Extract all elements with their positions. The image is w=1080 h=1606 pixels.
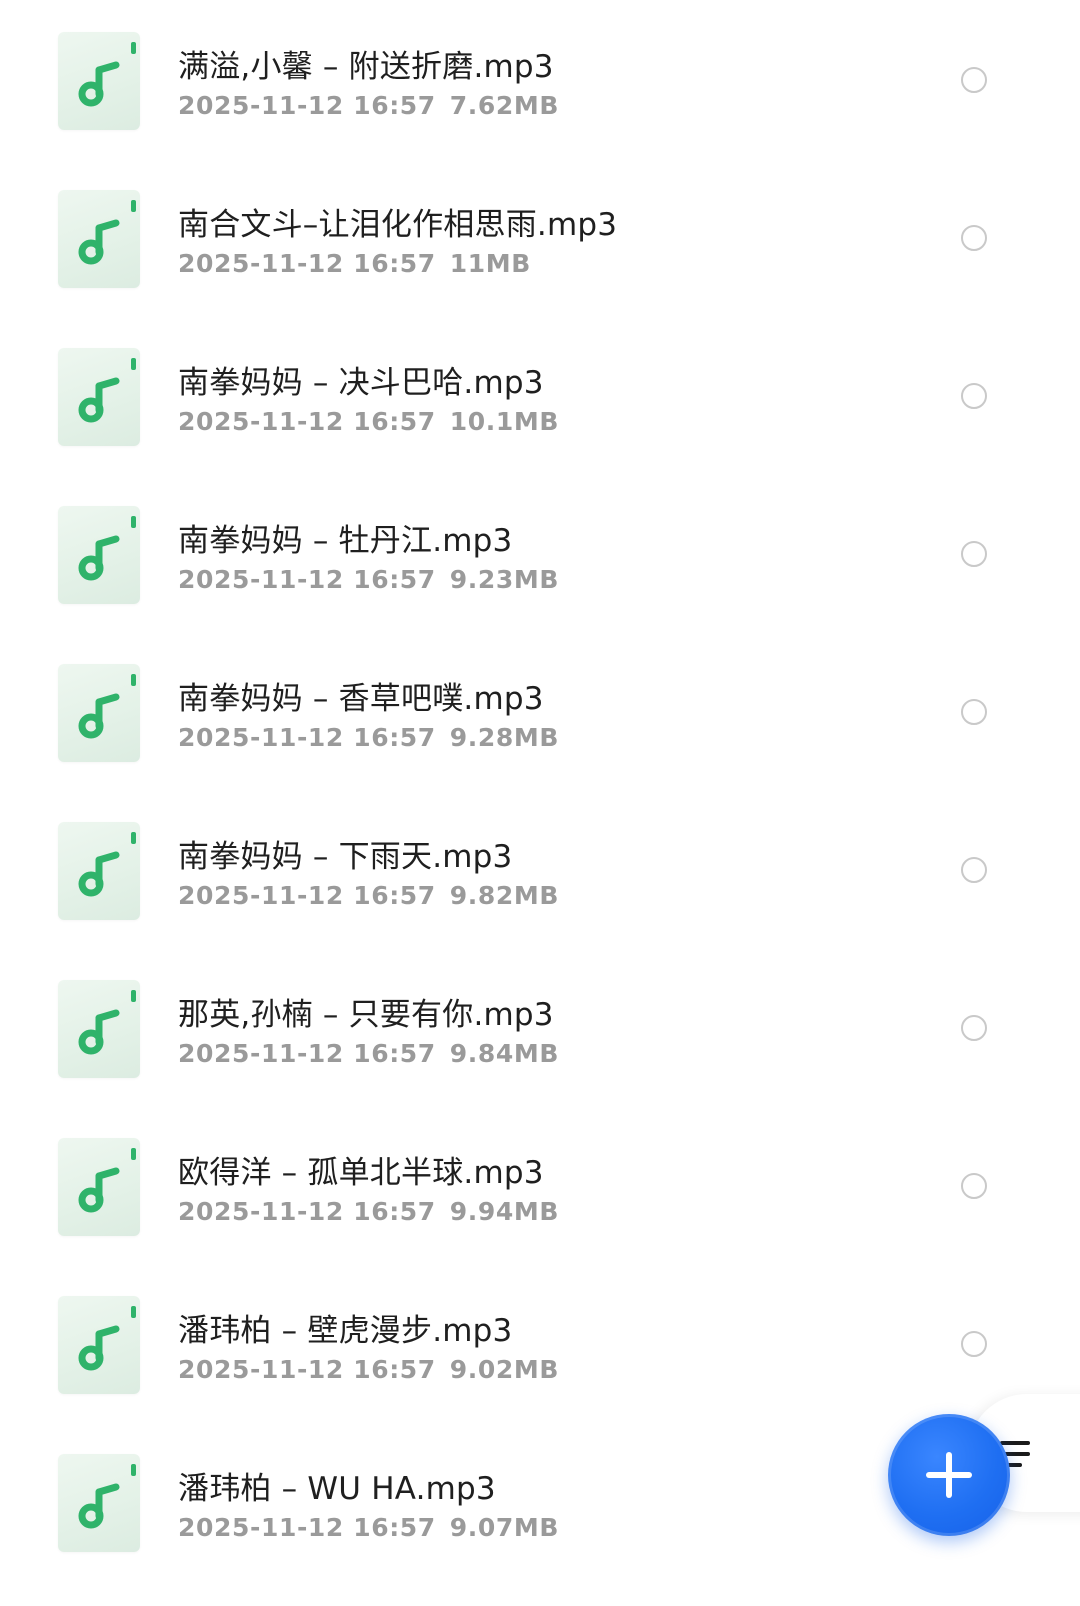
file-size: 9.07MB	[449, 1513, 560, 1542]
file-size: 9.23MB	[449, 565, 560, 594]
file-meta: 2025-11-12 16:57 11MB	[178, 249, 531, 278]
file-name: 满溢,小馨 – 附送折磨.mp3	[178, 49, 554, 85]
file-name: 南拳妈妈 – 下雨天.mp3	[178, 839, 513, 875]
file-date: 2025-11-12 16:57	[178, 1355, 436, 1384]
file-meta: 2025-11-12 16:57 9.07MB	[178, 1513, 559, 1542]
file-size: 11MB	[449, 249, 531, 278]
file-meta: 2025-11-12 16:57 9.94MB	[178, 1197, 559, 1226]
file-size: 9.28MB	[449, 723, 560, 752]
file-size: 10.1MB	[449, 407, 560, 436]
file-date: 2025-11-12 16:57	[178, 407, 436, 436]
music-note-icon	[58, 1296, 140, 1394]
file-size: 9.84MB	[449, 1039, 560, 1068]
music-note-icon	[58, 190, 140, 288]
list-item[interactable]: 欧得洋 – 孤单北半球.mp3 2025-11-12 16:57 9.94MB	[0, 1109, 1080, 1267]
select-radio-icon[interactable]	[961, 541, 987, 567]
list-item[interactable]: 南拳妈妈 – 香草吧噗.mp3 2025-11-12 16:57 9.28MB	[0, 635, 1080, 793]
select-radio-icon[interactable]	[961, 857, 987, 883]
file-list: 满溢,小馨 – 附送折磨.mp3 2025-11-12 16:57 7.62MB …	[0, 0, 1080, 1583]
file-date: 2025-11-12 16:57	[178, 1039, 436, 1068]
file-name: 欧得洋 – 孤单北半球.mp3	[178, 1155, 544, 1191]
file-name: 南拳妈妈 – 香草吧噗.mp3	[178, 681, 544, 717]
list-item[interactable]: 南合文斗–让泪化作相思雨.mp3 2025-11-12 16:57 11MB	[0, 161, 1080, 319]
file-date: 2025-11-12 16:57	[178, 723, 436, 752]
file-list-screen: 满溢,小馨 – 附送折磨.mp3 2025-11-12 16:57 7.62MB …	[0, 0, 1080, 1606]
file-date: 2025-11-12 16:57	[178, 1197, 436, 1226]
file-date: 2025-11-12 16:57	[178, 881, 436, 910]
select-radio-icon[interactable]	[961, 383, 987, 409]
file-date: 2025-11-12 16:57	[178, 249, 436, 278]
file-size: 9.02MB	[449, 1355, 560, 1384]
file-name: 南拳妈妈 – 牡丹江.mp3	[178, 523, 513, 559]
select-radio-icon[interactable]	[961, 1173, 987, 1199]
file-meta: 2025-11-12 16:57 9.23MB	[178, 565, 559, 594]
add-button[interactable]	[888, 1414, 1010, 1536]
file-meta: 2025-11-12 16:57 9.82MB	[178, 881, 559, 910]
file-meta: 2025-11-12 16:57 9.84MB	[178, 1039, 559, 1068]
file-name: 那英,孙楠 – 只要有你.mp3	[178, 997, 554, 1033]
music-note-icon	[58, 980, 140, 1078]
file-size: 9.94MB	[449, 1197, 560, 1226]
list-item[interactable]: 潘玮柏 – 壁虎漫步.mp3 2025-11-12 16:57 9.02MB	[0, 1267, 1080, 1425]
music-note-icon	[58, 506, 140, 604]
select-radio-icon[interactable]	[961, 1015, 987, 1041]
select-radio-icon[interactable]	[961, 699, 987, 725]
file-name: 南合文斗–让泪化作相思雨.mp3	[178, 207, 618, 243]
file-date: 2025-11-12 16:57	[178, 1513, 436, 1542]
file-meta: 2025-11-12 16:57 10.1MB	[178, 407, 559, 436]
file-name: 南拳妈妈 – 决斗巴哈.mp3	[178, 365, 544, 401]
music-note-icon	[58, 348, 140, 446]
list-item[interactable]: 南拳妈妈 – 决斗巴哈.mp3 2025-11-12 16:57 10.1MB	[0, 319, 1080, 477]
list-item[interactable]: 那英,孙楠 – 只要有你.mp3 2025-11-12 16:57 9.84MB	[0, 951, 1080, 1109]
file-size: 9.82MB	[449, 881, 560, 910]
file-date: 2025-11-12 16:57	[178, 565, 436, 594]
music-note-icon	[58, 664, 140, 762]
file-size: 7.62MB	[449, 91, 560, 120]
plus-icon	[926, 1452, 972, 1498]
file-meta: 2025-11-12 16:57 9.28MB	[178, 723, 559, 752]
list-item[interactable]: 满溢,小馨 – 附送折磨.mp3 2025-11-12 16:57 7.62MB	[0, 3, 1080, 161]
file-meta: 2025-11-12 16:57 7.62MB	[178, 91, 559, 120]
music-note-icon	[58, 32, 140, 130]
file-name: 潘玮柏 – 壁虎漫步.mp3	[178, 1313, 513, 1349]
music-note-icon	[58, 822, 140, 920]
select-radio-icon[interactable]	[961, 67, 987, 93]
music-note-icon	[58, 1138, 140, 1236]
list-item[interactable]: 南拳妈妈 – 牡丹江.mp3 2025-11-12 16:57 9.23MB	[0, 477, 1080, 635]
file-meta: 2025-11-12 16:57 9.02MB	[178, 1355, 559, 1384]
file-name: 潘玮柏 – WU HA.mp3	[178, 1471, 496, 1507]
select-radio-icon[interactable]	[961, 225, 987, 251]
music-note-icon	[58, 1454, 140, 1552]
file-date: 2025-11-12 16:57	[178, 91, 436, 120]
list-item[interactable]: 南拳妈妈 – 下雨天.mp3 2025-11-12 16:57 9.82MB	[0, 793, 1080, 951]
select-radio-icon[interactable]	[961, 1331, 987, 1357]
